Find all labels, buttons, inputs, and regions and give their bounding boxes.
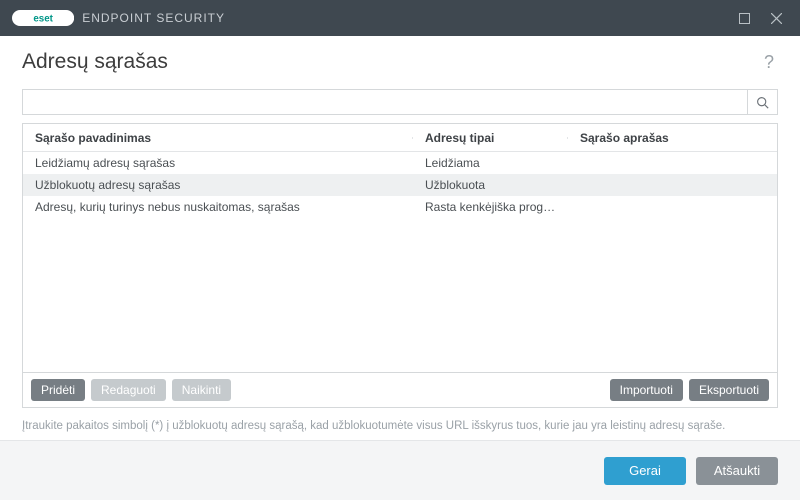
import-button[interactable]: Importuoti (610, 379, 683, 401)
search-button[interactable] (747, 90, 777, 114)
svg-text:eset: eset (33, 14, 53, 25)
col-desc-header[interactable]: Sąrašo aprašas (568, 131, 777, 145)
add-button[interactable]: Pridėti (31, 379, 85, 401)
table-row[interactable]: Užblokuotų adresų sąrašasUžblokuota (23, 174, 777, 196)
cell-type: Užblokuota (413, 178, 568, 192)
table-row[interactable]: Adresų, kurių turinys nebus nuskaitomas,… (23, 196, 777, 218)
address-list-table: Sąrašo pavadinimas Adresų tipai Sąrašo a… (22, 123, 778, 373)
delete-button[interactable]: Naikinti (172, 379, 231, 401)
col-name-header[interactable]: Sąrašo pavadinimas (23, 131, 413, 145)
cell-type: Rasta kenkėjiška program... (413, 200, 568, 214)
search-bar (22, 89, 778, 115)
footer: Gerai Atšaukti (0, 440, 800, 500)
export-button[interactable]: Eksportuoti (689, 379, 769, 401)
cell-name: Adresų, kurių turinys nebus nuskaitomas,… (23, 200, 413, 214)
ok-button[interactable]: Gerai (604, 457, 686, 485)
close-button[interactable] (760, 2, 792, 34)
cell-type: Leidžiama (413, 156, 568, 170)
edit-button[interactable]: Redaguoti (91, 379, 166, 401)
search-input[interactable] (23, 90, 747, 114)
help-icon[interactable]: ? (760, 50, 778, 75)
cell-name: Užblokuotų adresų sąrašas (23, 178, 413, 192)
cancel-button[interactable]: Atšaukti (696, 457, 778, 485)
col-type-header[interactable]: Adresų tipai (413, 131, 568, 145)
toolbar: Pridėti Redaguoti Naikinti Importuoti Ek… (22, 373, 778, 408)
page-title: Adresų sąrašas (22, 50, 168, 74)
minimize-button[interactable] (728, 2, 760, 34)
product-name: ENDPOINT SECURITY (82, 11, 225, 25)
table-body: Leidžiamų adresų sąrašasLeidžiamaUžbloku… (23, 152, 777, 372)
hint-text: Įtraukite pakaitos simbolį (*) į užbloku… (0, 408, 800, 432)
eset-logo: eset (12, 10, 74, 26)
titlebar: eset ENDPOINT SECURITY (0, 0, 800, 36)
table-row[interactable]: Leidžiamų adresų sąrašasLeidžiama (23, 152, 777, 174)
cell-name: Leidžiamų adresų sąrašas (23, 156, 413, 170)
table-header: Sąrašo pavadinimas Adresų tipai Sąrašo a… (23, 124, 777, 152)
